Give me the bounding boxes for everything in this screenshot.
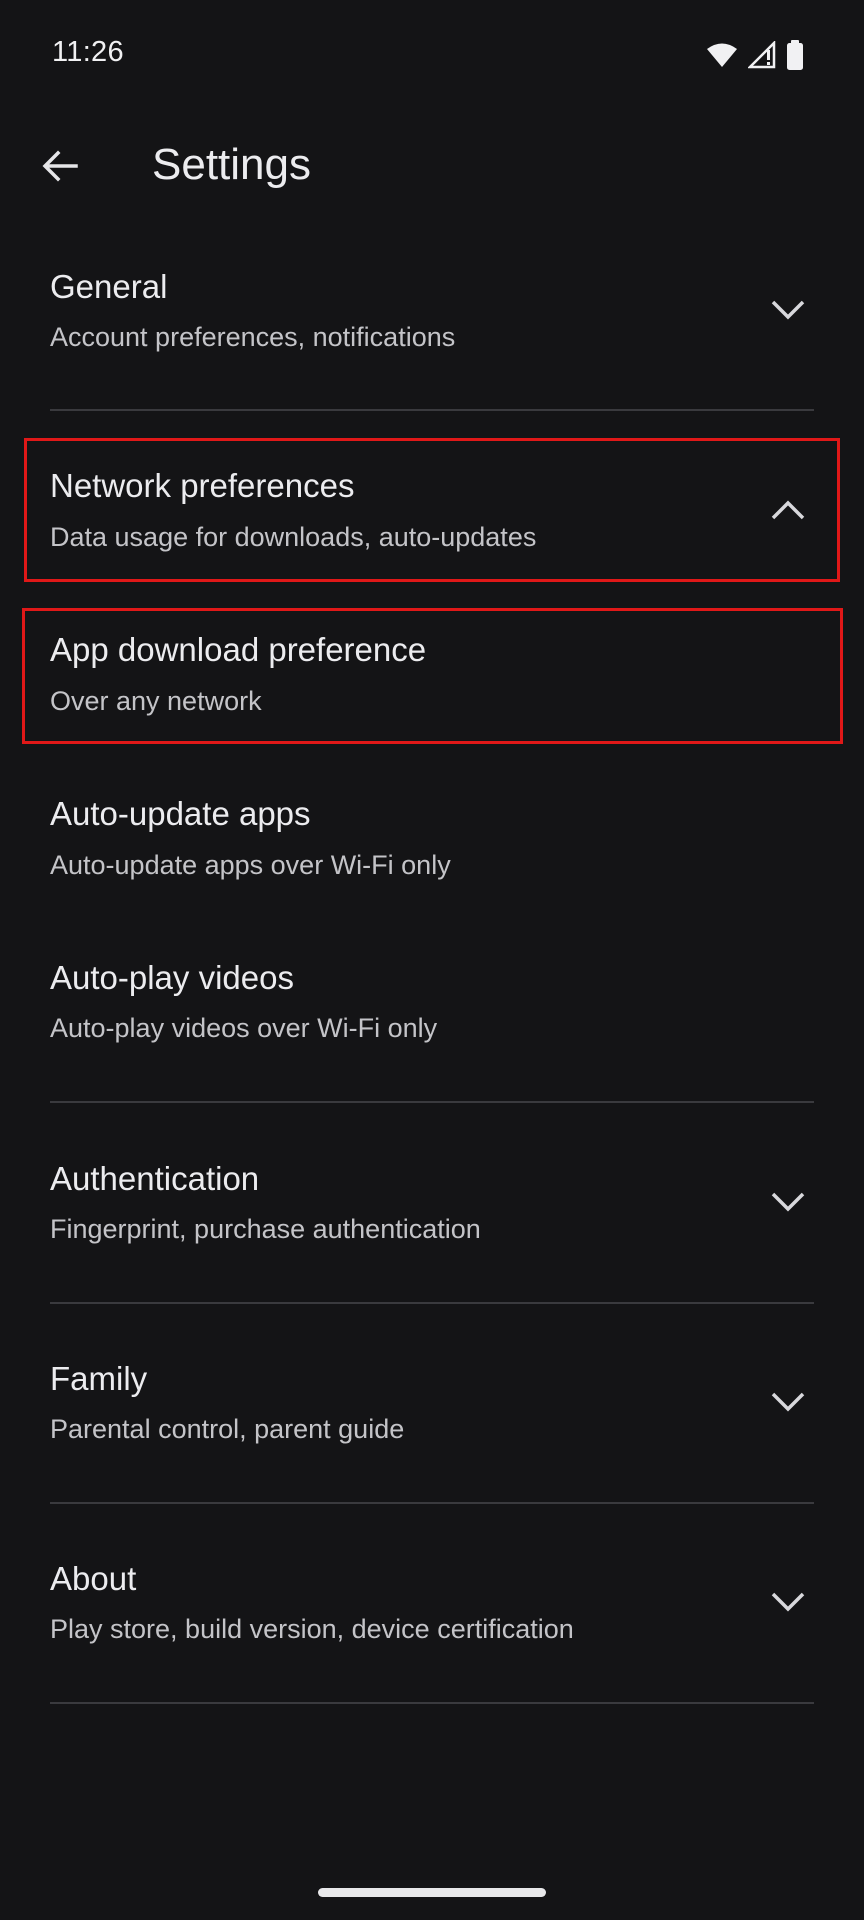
wifi-icon [706, 42, 738, 68]
section-general-title: General [50, 268, 168, 305]
item-auto-play-subtitle: Auto-play videos over Wi-Fi only [50, 1013, 438, 1043]
section-general-subtitle: Account preferences, notifications [50, 322, 456, 352]
cell-signal-icon [748, 41, 776, 69]
chevron-down-icon[interactable] [768, 1382, 808, 1422]
home-indicator[interactable] [318, 1888, 546, 1897]
status-time: 11:26 [52, 36, 124, 68]
chevron-up-icon[interactable] [768, 490, 808, 530]
item-app-download-title: App download preference [50, 631, 427, 668]
divider [50, 1502, 814, 1504]
section-authentication[interactable]: Authentication Fingerprint, purchase aut… [0, 1140, 864, 1280]
section-network-title: Network preferences [50, 467, 355, 504]
section-authentication-subtitle: Fingerprint, purchase authentication [50, 1214, 481, 1244]
divider [50, 409, 814, 411]
status-icons [706, 38, 804, 72]
item-auto-update-title: Auto-update apps [50, 795, 311, 832]
section-authentication-title: Authentication [50, 1160, 260, 1197]
item-auto-update-subtitle: Auto-update apps over Wi-Fi only [50, 850, 451, 880]
item-auto-update-apps[interactable]: Auto-update apps Auto-update apps over W… [0, 780, 864, 900]
status-bar: 11:26 [0, 0, 864, 110]
section-network-subtitle: Data usage for downloads, auto-updates [50, 522, 537, 552]
arrow-back-icon [40, 146, 80, 191]
item-app-download-subtitle: Over any network [50, 686, 262, 716]
section-about[interactable]: About Play store, build version, device … [0, 1540, 864, 1680]
divider [50, 1101, 814, 1103]
section-family[interactable]: Family Parental control, parent guide [0, 1340, 864, 1480]
battery-icon [786, 40, 804, 70]
back-button[interactable] [30, 138, 90, 198]
section-family-subtitle: Parental control, parent guide [50, 1414, 405, 1444]
section-network-preferences[interactable]: Network preferences Data usage for downl… [0, 440, 864, 580]
section-about-title: About [50, 1560, 137, 1597]
section-about-subtitle: Play store, build version, device certif… [50, 1614, 574, 1644]
section-general[interactable]: General Account preferences, notificatio… [0, 250, 864, 400]
app-bar: Settings [0, 120, 864, 216]
page-title: Settings [152, 140, 311, 189]
chevron-down-icon[interactable] [768, 290, 808, 330]
item-auto-play-videos[interactable]: Auto-play videos Auto-play videos over W… [0, 945, 864, 1065]
item-app-download-preference[interactable]: App download preference Over any network [0, 610, 864, 742]
chevron-down-icon[interactable] [768, 1582, 808, 1622]
divider [50, 1702, 814, 1704]
item-auto-play-title: Auto-play videos [50, 959, 294, 996]
section-family-title: Family [50, 1360, 148, 1397]
chevron-down-icon[interactable] [768, 1182, 808, 1222]
divider [50, 1302, 814, 1304]
